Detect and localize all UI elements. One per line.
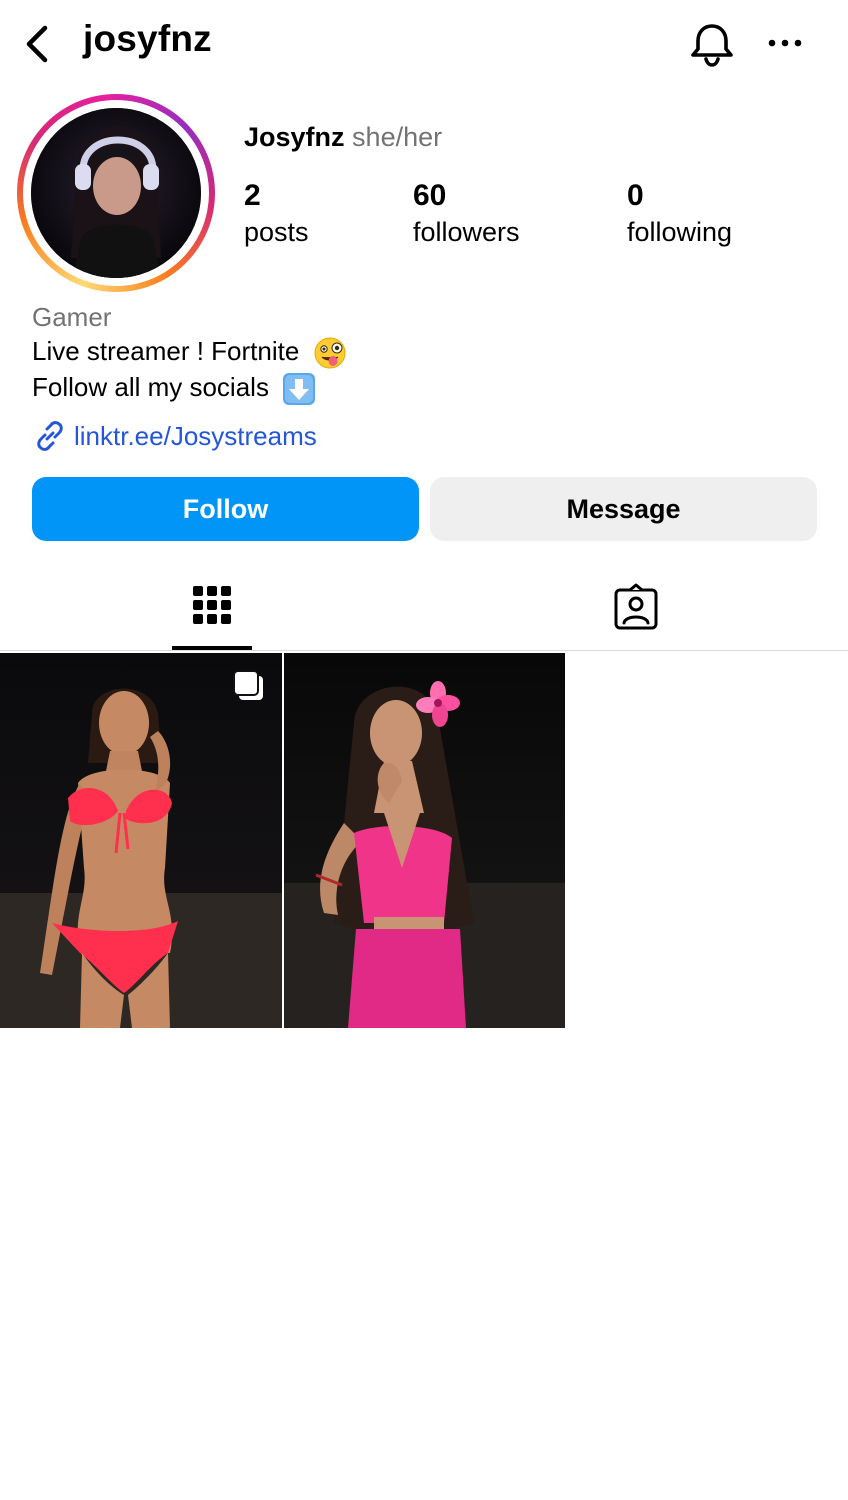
bio-category: Gamer [32,302,112,332]
bell-icon [691,24,733,67]
zany-face-emoji-icon [314,337,346,369]
profile-header: josyfnz [0,0,848,88]
notifications-button[interactable] [686,18,738,70]
story-ring[interactable] [17,94,215,292]
grid-icon [193,586,231,624]
tab-posts-grid[interactable] [172,572,252,650]
pronouns: she/her [352,122,443,152]
profile-username-title: josyfnz [83,18,212,59]
bio-line-2: Follow all my socials [32,372,316,406]
stat-following-label: following [627,217,733,247]
chevron-left-icon [26,25,48,63]
down-arrow-emoji-icon [283,373,316,406]
post-2-photo [284,653,565,1028]
stat-followers[interactable]: 60 followers [413,178,520,250]
follow-button[interactable]: Follow [32,477,419,541]
stat-following-count: 0 [627,179,644,212]
stat-following[interactable]: 0 following [627,178,732,250]
bio-line-1: Live streamer ! Fortnite [32,336,347,370]
stat-posts-count: 2 [244,179,261,212]
bio-line-1-text: Live streamer ! Fortnite [32,336,300,366]
profile-name-line: Josyfnz she/her [244,122,442,153]
avatar[interactable] [31,108,201,278]
tagged-person-icon [614,583,658,630]
post-1-photo [0,653,282,1028]
bio-link[interactable]: linktr.ee/Josystreams [32,418,317,454]
bio-link-text[interactable]: linktr.ee/Josystreams [74,421,317,452]
tab-tagged[interactable] [596,572,676,648]
display-name: Josyfnz [244,122,345,152]
carousel-icon [233,670,263,700]
bio-line-2-text: Follow all my socials [32,372,269,402]
stat-posts[interactable]: 2 posts [244,178,309,250]
back-button[interactable] [18,20,62,68]
post-thumbnail-2[interactable] [284,653,566,1028]
more-options-button[interactable] [760,20,810,66]
post-thumbnail-1[interactable] [0,653,282,1028]
stat-followers-label: followers [413,217,520,247]
stat-followers-count: 60 [413,179,447,212]
stat-posts-label: posts [244,217,309,247]
more-horizontal-icon [768,39,802,47]
tab-divider [0,650,848,651]
avatar-photo [31,108,201,278]
message-button[interactable]: Message [430,477,817,541]
link-icon [37,421,63,451]
